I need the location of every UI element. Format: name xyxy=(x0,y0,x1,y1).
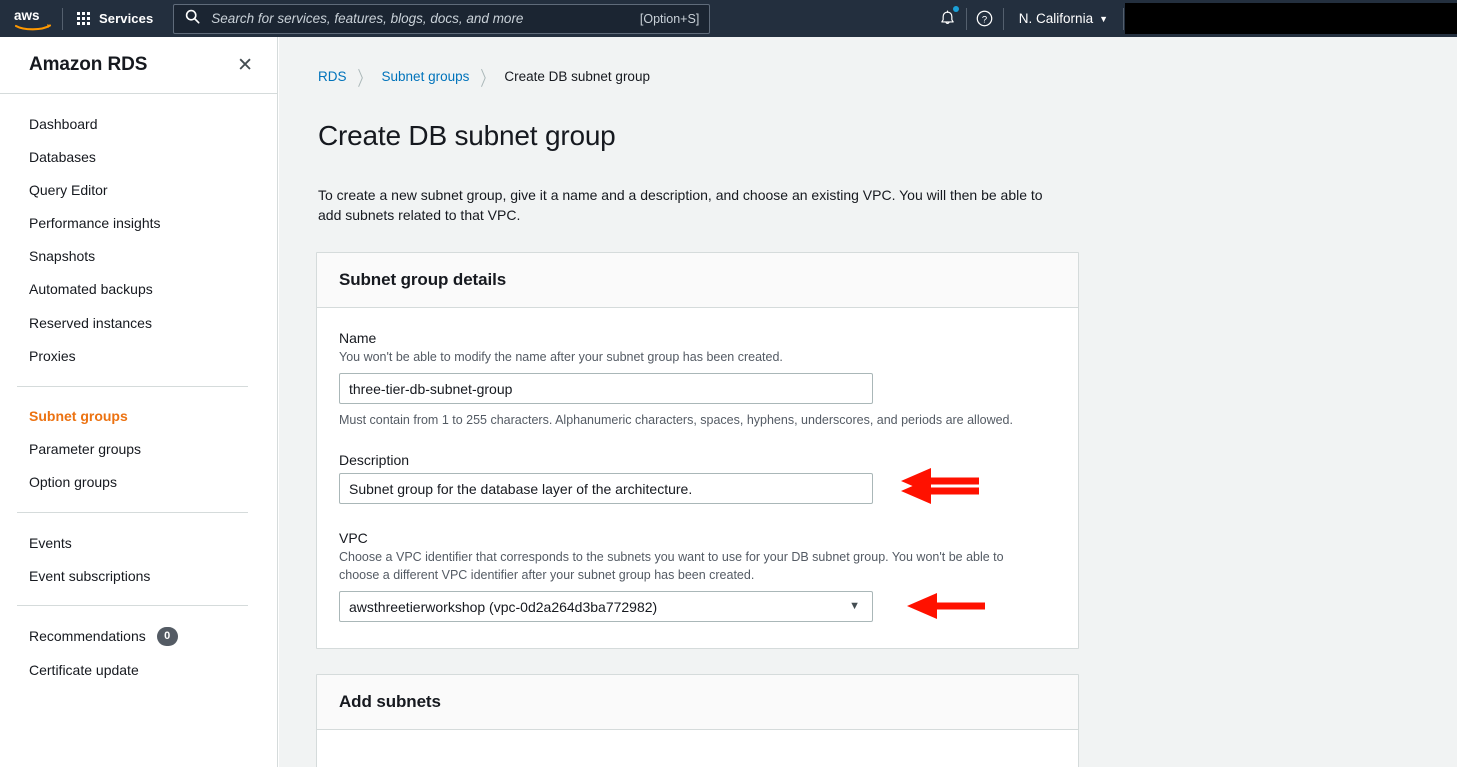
vpc-field-group: VPC Choose a VPC identifier that corresp… xyxy=(339,530,1056,623)
sidebar-divider-2 xyxy=(17,512,248,514)
search-input[interactable] xyxy=(209,10,632,27)
region-label: N. California xyxy=(1018,11,1094,26)
page-description: To create a new subnet group, give it a … xyxy=(318,186,1043,224)
sidebar-item-snapshots[interactable]: Snapshots xyxy=(0,240,277,273)
main-content: RDS 〉 Subnet groups 〉 Create DB subnet g… xyxy=(279,37,1457,767)
recommendations-count-badge: 0 xyxy=(156,626,178,646)
chevron-down-icon: ▼ xyxy=(849,600,860,613)
annotation-arrow-vpc xyxy=(907,592,985,620)
account-menu-redacted[interactable] xyxy=(1125,3,1457,34)
name-label: Name xyxy=(339,329,377,346)
sidebar-item-certificate-update[interactable]: Certificate update xyxy=(0,653,277,686)
services-label: Services xyxy=(99,11,154,26)
sidebar-divider-1 xyxy=(17,385,248,387)
region-selector[interactable]: N. California ▼ xyxy=(1004,0,1123,37)
sidebar-item-events[interactable]: Events xyxy=(0,526,277,559)
sidebar-item-parameter-groups[interactable]: Parameter groups xyxy=(0,433,277,466)
rds-sidebar: Amazon RDS ✕ Dashboard Databases Query E… xyxy=(0,37,278,767)
aws-logo[interactable]: aws xyxy=(0,0,62,37)
panel-heading: Add subnets xyxy=(339,692,441,712)
vpc-select-value: awsthreetierworkshop (vpc-0d2a264d3ba772… xyxy=(349,598,658,615)
grid-icon xyxy=(77,12,90,25)
sidebar-item-dashboard[interactable]: Dashboard xyxy=(0,107,277,140)
panel-body: Name You won't be able to modify the nam… xyxy=(317,308,1078,649)
top-navigation-bar: aws Services [Option+S] xyxy=(0,0,1457,37)
subnet-group-details-panel: Subnet group details Name You won't be a… xyxy=(316,251,1079,650)
sidebar-title: Amazon RDS xyxy=(29,54,148,75)
panel-heading: Subnet group details xyxy=(339,269,507,289)
svg-text:aws: aws xyxy=(14,8,40,23)
close-icon[interactable]: ✕ xyxy=(233,52,257,79)
sidebar-item-event-subscriptions[interactable]: Event subscriptions xyxy=(0,559,277,592)
sidebar-item-query-editor[interactable]: Query Editor xyxy=(0,173,277,206)
add-subnets-panel: Add subnets Availability Zones Choose th… xyxy=(316,674,1079,767)
description-input[interactable] xyxy=(339,473,873,505)
search-icon xyxy=(185,9,200,29)
panel-body: Availability Zones Choose the Availabili… xyxy=(317,730,1078,767)
search-shortcut-hint: [Option+S] xyxy=(639,11,700,26)
sidebar-item-automated-backups[interactable]: Automated backups xyxy=(0,273,277,306)
panel-header: Subnet group details xyxy=(317,252,1078,308)
sidebar-item-subnet-groups[interactable]: Subnet groups xyxy=(0,400,277,433)
sidebar-item-databases[interactable]: Databases xyxy=(0,140,277,173)
breadcrumb-separator-icon: 〉 xyxy=(357,66,371,90)
sidebar-item-reserved-instances[interactable]: Reserved instances xyxy=(0,306,277,339)
sidebar-item-option-groups[interactable]: Option groups xyxy=(0,466,277,499)
sidebar-item-proxies[interactable]: Proxies xyxy=(0,339,277,372)
global-search-box[interactable]: [Option+S] xyxy=(173,3,711,34)
nav-right-cluster: ? N. California ▼ xyxy=(930,0,1457,37)
chevron-down-icon: ▼ xyxy=(1099,14,1108,24)
name-hint: You won't be able to modify the name aft… xyxy=(339,349,783,364)
nav-divider-4 xyxy=(1123,7,1124,30)
svg-text:?: ? xyxy=(982,15,987,26)
name-help-text: Must contain from 1 to 255 characters. A… xyxy=(339,413,1013,428)
services-menu-button[interactable]: Services xyxy=(63,0,165,37)
help-button[interactable]: ? xyxy=(967,0,1003,37)
breadcrumb-item-subnet-groups[interactable]: Subnet groups xyxy=(382,69,470,84)
description-field-group: Description xyxy=(339,452,1056,505)
vpc-label: VPC xyxy=(339,530,368,547)
name-input[interactable] xyxy=(339,373,873,405)
breadcrumb: RDS 〉 Subnet groups 〉 Create DB subnet g… xyxy=(279,37,1457,90)
breadcrumb-item-rds[interactable]: RDS xyxy=(318,69,347,84)
sidebar-header: Amazon RDS ✕ xyxy=(0,37,277,94)
sidebar-item-label: Recommendations xyxy=(29,628,146,645)
description-label: Description xyxy=(339,452,410,469)
sidebar-divider-3 xyxy=(17,605,248,607)
name-field-group: Name You won't be able to modify the nam… xyxy=(339,329,1056,494)
notification-badge-dot xyxy=(952,6,959,12)
bell-icon xyxy=(941,9,955,24)
sidebar-nav: Dashboard Databases Query Editor Perform… xyxy=(0,94,277,687)
panel-header: Add subnets xyxy=(317,675,1078,731)
breadcrumb-item-current: Create DB subnet group xyxy=(504,69,650,84)
sidebar-item-recommendations[interactable]: Recommendations 0 xyxy=(0,619,277,653)
page-title: Create DB subnet group xyxy=(318,119,616,151)
sidebar-item-performance-insights[interactable]: Performance insights xyxy=(0,207,277,240)
annotation-arrow-description xyxy=(901,477,979,505)
question-circle-icon: ? xyxy=(976,10,993,27)
vpc-hint: Choose a VPC identifier that corresponds… xyxy=(339,550,1004,583)
vpc-select[interactable]: awsthreetierworkshop (vpc-0d2a264d3ba772… xyxy=(339,591,873,623)
notifications-button[interactable] xyxy=(930,0,966,37)
breadcrumb-separator-icon: 〉 xyxy=(480,66,494,90)
